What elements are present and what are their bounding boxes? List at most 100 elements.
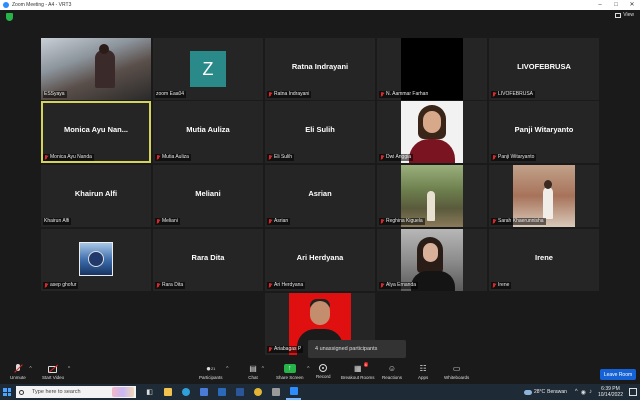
participant-video [79, 242, 113, 276]
muted-mic-icon [268, 283, 272, 288]
participant-name-label: Asrian [267, 218, 291, 225]
participant-name: Meliani [162, 218, 178, 224]
muted-mic-icon [380, 219, 384, 224]
participant-tile[interactable]: Dwi Anggia [377, 101, 487, 163]
participants-button[interactable]: ● 21 Participants ^ [199, 364, 229, 380]
breakout-rooms-button[interactable]: ▦ 4 Breakout Rooms [341, 362, 375, 380]
meeting-top-bar: View [0, 10, 640, 24]
chevron-up-icon[interactable]: ^ [575, 389, 578, 396]
participant-name: asep ghofur [50, 282, 77, 288]
participant-display-name: Eli Sulih [305, 125, 335, 134]
participant-tile[interactable]: Rara Dita Rara Dita [153, 229, 263, 291]
participant-tile[interactable]: Mutia Auliza Mutia Auliza [153, 101, 263, 163]
participant-name-label: ESSyaya [43, 91, 67, 98]
maximize-button[interactable]: □ [608, 0, 624, 10]
participant-tile[interactable]: Ratna Indrayani Ratna Indrayani [265, 38, 375, 100]
participant-tile[interactable]: Panji Witaryanto Panji Witaryanto [489, 101, 599, 163]
start-button[interactable] [0, 384, 14, 400]
muted-mic-icon [268, 347, 272, 352]
audio-options-chevron-icon[interactable]: ^ [29, 366, 31, 372]
taskbar-clock[interactable]: 6:39 PM 10/14/2022 [598, 386, 623, 398]
share-screen-button[interactable]: ↑ Share Screen ^ [276, 364, 310, 380]
participant-tile[interactable]: asep ghofur [41, 229, 151, 291]
participant-tile[interactable]: Asrian Asrian [265, 165, 375, 227]
participant-name: Rara Dita [162, 282, 184, 288]
record-icon [319, 364, 328, 372]
participant-name: Ratna Indrayani [274, 91, 310, 97]
minimize-button[interactable]: – [592, 0, 608, 10]
participant-name-label: Irene [491, 282, 512, 289]
participant-display-name: Irene [535, 253, 553, 262]
file-explorer-icon[interactable] [160, 384, 175, 400]
participants-chevron-icon[interactable]: ^ [226, 366, 228, 372]
muted-mic-icon [44, 283, 48, 288]
task-view-icon[interactable]: ◧ [142, 384, 157, 400]
participant-tile[interactable]: N. Aammar Farhan [377, 38, 487, 100]
breakout-rooms-badge: 4 [363, 362, 368, 367]
whiteboards-button[interactable]: ▭ Whiteboards [444, 364, 469, 380]
close-button[interactable]: ✕ [624, 0, 640, 10]
leave-room-label: Leave Room [603, 371, 633, 378]
zoom-taskbar-icon[interactable] [286, 384, 301, 400]
avatar-letter: Z [190, 51, 226, 87]
participant-tile[interactable]: Monica Ayu Nan... Monica Ayu Nanda [41, 101, 151, 163]
participant-display-name: LIVOFEBRUSA [517, 62, 571, 71]
participant-tile[interactable]: Meliani Meliani [153, 165, 263, 227]
participant-name-label: zoom Eaa04 [155, 91, 187, 98]
mail-icon[interactable] [214, 384, 229, 400]
windows-logo-icon [3, 388, 11, 396]
window-controls: – □ ✕ [592, 0, 640, 10]
participant-tile[interactable]: Reghina Kiguela [377, 165, 487, 227]
participant-name-label: Panji Witaryanto [491, 154, 537, 161]
reactions-icon: ☺ [387, 364, 397, 373]
chat-icon: ▤ [249, 364, 257, 373]
participant-tile[interactable]: Khairun Alfi Khairun Alfi [41, 165, 151, 227]
unassigned-participants-notice[interactable]: 4 unassigned participants [308, 340, 406, 358]
participant-tile[interactable]: Irene Irene [489, 229, 599, 291]
share-chevron-icon[interactable]: ^ [307, 366, 309, 372]
participant-tile[interactable]: Sarah Khaerunnisha [489, 165, 599, 227]
participant-name-label: Dwi Anggia [379, 154, 414, 161]
network-icon[interactable]: ◉ [581, 389, 586, 396]
start-video-button[interactable]: Start Video ^ [42, 364, 70, 380]
participant-display-name: Panji Witaryanto [514, 125, 574, 134]
participant-display-name: Monica Ayu Nan... [63, 125, 129, 134]
whiteboard-icon: ▭ [452, 364, 461, 373]
participant-display-name: Asrian [308, 189, 332, 198]
taskbar-search-box[interactable]: Type here to search [16, 386, 136, 398]
chat-chevron-icon[interactable]: ^ [262, 366, 264, 372]
word-icon[interactable] [232, 384, 247, 400]
participant-tile[interactable]: Ari Herdyana Ari Herdyana [265, 229, 375, 291]
participant-tile[interactable]: Eli Sulih Eli Sulih [265, 101, 375, 163]
reactions-button[interactable]: ☺ Reactions [382, 364, 402, 380]
chat-button[interactable]: ▤ Chat ^ [248, 364, 264, 380]
edge-browser-icon[interactable] [178, 384, 193, 400]
volume-icon[interactable]: ♪ [589, 389, 592, 396]
record-button[interactable]: Record [316, 364, 331, 379]
unassigned-text: 4 unassigned participants [315, 346, 378, 352]
participant-tile[interactable]: Alya Ernanda [377, 229, 487, 291]
store-icon[interactable] [196, 384, 211, 400]
apps-button[interactable]: ☷ Apps [418, 364, 428, 380]
muted-mic-icon [380, 283, 384, 288]
start-video-label: Start Video [42, 375, 65, 380]
participant-name: Dwi Anggia [386, 154, 412, 160]
unmute-button[interactable]: Unmute ^ [10, 364, 32, 380]
chrome-icon[interactable] [250, 384, 265, 400]
participant-name-label: Reghina Kiguela [379, 218, 425, 225]
photos-icon[interactable] [268, 384, 283, 400]
leave-room-button[interactable]: Leave Room [600, 369, 636, 380]
view-button-label: View [623, 12, 634, 18]
notification-icon[interactable] [629, 388, 637, 396]
muted-mic-icon [380, 92, 384, 97]
weather-widget[interactable]: 28°C Berawan [523, 389, 567, 395]
video-options-chevron-icon[interactable]: ^ [68, 366, 70, 372]
participant-name-label: Alya Ernanda [379, 282, 419, 289]
tray-icons: ^ ◉ ♪ [575, 389, 592, 396]
participant-tile[interactable]: LIVOFEBRUSA LIVOFEBRUSA [489, 38, 599, 100]
participant-name-label: Ratna Indrayani [267, 91, 312, 98]
participant-tile[interactable]: ESSyaya [41, 38, 151, 100]
security-shield-icon[interactable] [6, 13, 13, 21]
participant-tile[interactable]: Zzoom Eaa04 [153, 38, 263, 100]
view-button[interactable]: View [615, 12, 634, 18]
